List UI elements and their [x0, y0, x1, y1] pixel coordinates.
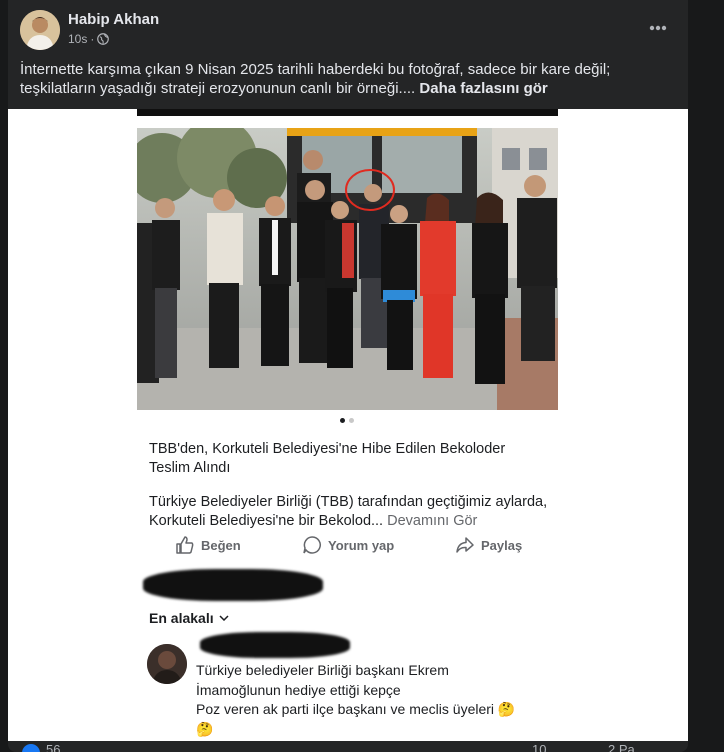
- reactions-bar: [8, 741, 688, 752]
- like-action: Beğen: [175, 535, 241, 555]
- post-text: İnternette karşıma çıkan 9 Nisan 2025 ta…: [20, 60, 670, 98]
- comment-line: İmamoğlunun hediye ettiği kepçe: [196, 681, 401, 698]
- author-name[interactable]: Habip Akhan: [68, 11, 159, 28]
- carousel-dots[interactable]: [340, 418, 354, 423]
- news-description-text: Türkiye Belediyeler Birliği (TBB) tarafı…: [149, 494, 548, 529]
- share-count[interactable]: 2 Pa: [608, 742, 635, 752]
- comment-line: Türkiye belediyeler Birliği başkanı Ekre…: [196, 662, 449, 678]
- meta-separator: ·: [90, 32, 95, 46]
- author-avatar[interactable]: [20, 10, 60, 50]
- comment-count[interactable]: 10: [532, 742, 546, 752]
- shared-screenshot[interactable]: TBB'den, Korkuteli Belediyesi'ne Hibe Ed…: [8, 109, 688, 741]
- redaction-scribble: [143, 569, 323, 601]
- comment-sort-dropdown: En alakalı: [149, 610, 229, 626]
- post-header: Habip Akhan 10s ·: [8, 0, 688, 56]
- news-description: Türkiye Belediyeler Birliği (TBB) tarafı…: [149, 493, 559, 531]
- thumbs-up-icon: [176, 536, 194, 554]
- news-title: TBB'den, Korkuteli Belediyesi'ne Hibe Ed…: [149, 441, 506, 476]
- comment-body: Türkiye belediyeler Birliği başkanı Ekre…: [196, 661, 556, 739]
- read-more-link: Devamını Gör: [387, 513, 478, 529]
- news-photo: [137, 128, 558, 410]
- carousel-dot-active[interactable]: [340, 418, 345, 423]
- chevron-down-icon: [219, 615, 229, 621]
- comment-bubble-icon: [303, 536, 321, 554]
- share-action: Paylaş: [455, 535, 522, 555]
- image-top-bar: [137, 109, 558, 116]
- post-time[interactable]: 10s: [68, 32, 87, 46]
- more-options-icon[interactable]: [644, 14, 672, 42]
- share-arrow-icon: [456, 537, 474, 553]
- comment-line: Poz veren ak parti ilçe başkanı ve mecli…: [196, 701, 516, 717]
- post-card: Habip Akhan 10s · İnternette karşıma çık…: [8, 0, 688, 752]
- embedded-action-bar: Beğen Yorum yap Paylaş: [137, 535, 558, 559]
- sort-label: En alakalı: [149, 610, 214, 626]
- carousel-dot[interactable]: [349, 418, 354, 423]
- post-meta: 10s ·: [68, 32, 110, 46]
- redaction-scribble-name: [200, 632, 350, 658]
- reaction-count[interactable]: 56: [46, 742, 60, 752]
- globe-icon[interactable]: [97, 33, 110, 45]
- see-more-link[interactable]: Daha fazlasını gör: [419, 80, 547, 97]
- share-label: Paylaş: [481, 537, 523, 553]
- comment-label: Yorum yap: [328, 537, 395, 553]
- comment-action: Yorum yap: [302, 535, 394, 555]
- like-label: Beğen: [201, 537, 241, 553]
- comment-line: 🤔: [196, 720, 214, 737]
- commenter-avatar: [147, 644, 187, 684]
